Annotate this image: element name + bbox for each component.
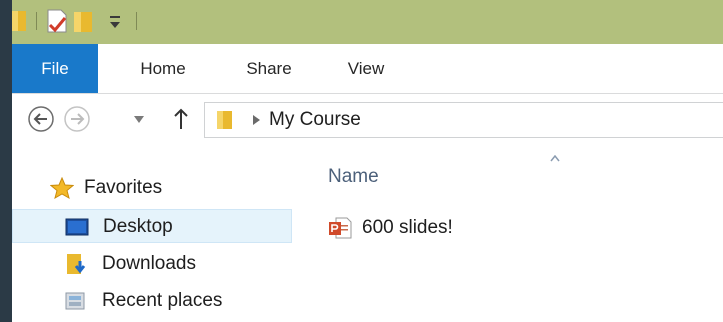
ribbon-tabs: File Home Share View [12,44,723,94]
sidebar-item-favorites[interactable]: Favorites [12,171,292,205]
sidebar-item-label: Desktop [103,216,173,237]
downloads-icon [67,254,86,274]
tab-share[interactable]: Share [234,44,304,93]
chevron-right-icon[interactable] [253,115,260,125]
star-icon [50,177,74,199]
file-name: 600 slides! [362,217,453,238]
sidebar-item-recent-places[interactable]: Recent places [12,284,292,318]
folder-icon [217,111,232,129]
tab-view[interactable]: View [334,44,398,93]
toolbar-separator [36,12,37,30]
sort-ascending-icon [550,155,560,162]
back-icon[interactable] [28,106,54,132]
address-bar[interactable]: My Course [204,102,723,138]
breadcrumb[interactable]: My Course [269,103,361,137]
desktop-icon [65,218,89,236]
navigation-bar: My Course [12,94,723,144]
forward-icon[interactable] [64,106,90,132]
recent-places-icon [65,292,85,310]
sidebar-item-label: Favorites [84,177,163,198]
folder-icon[interactable] [12,7,30,35]
column-header-name[interactable]: Name [328,163,379,191]
navigation-pane: Favorites Desktop Downloads Recent place… [12,151,308,322]
list-item[interactable]: 600 slides! [324,211,524,245]
tab-file[interactable]: File [12,44,98,93]
properties-icon[interactable] [44,7,70,35]
explorer-window: File Home Share View My Course Favorites… [12,0,723,322]
up-arrow-icon[interactable] [172,108,190,130]
new-folder-icon[interactable] [72,7,98,35]
sidebar-item-downloads[interactable]: Downloads [12,247,292,281]
powerpoint-file-icon [329,217,352,239]
file-list: Name 600 slides! [308,151,723,322]
sidebar-item-label: Downloads [102,253,196,274]
toolbar-separator [136,12,137,30]
tab-home[interactable]: Home [119,44,207,93]
customize-toolbar-icon[interactable] [106,7,124,35]
title-bar [12,0,723,44]
sidebar-item-desktop[interactable]: Desktop [12,209,292,243]
sidebar-item-label: Recent places [102,290,223,311]
recent-locations-chevron-down-icon[interactable] [134,116,144,124]
